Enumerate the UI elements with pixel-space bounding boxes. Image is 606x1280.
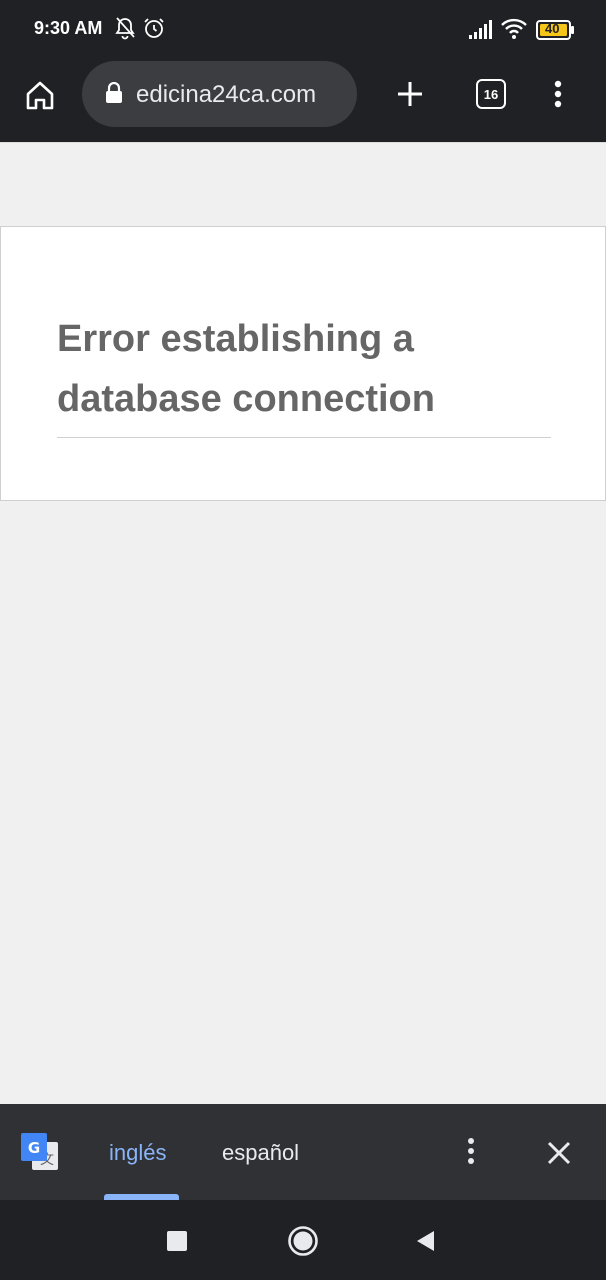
- status-time: 9:30 AM: [34, 18, 103, 38]
- error-title: Error establishing a database connection: [57, 318, 435, 420]
- alarm-icon: [142, 16, 166, 45]
- menu-icon[interactable]: [546, 76, 570, 112]
- lock-icon[interactable]: [104, 81, 124, 109]
- signal-icon: [468, 20, 494, 45]
- page-content: Error establishing a database connection: [0, 142, 606, 1104]
- tab-target-language[interactable]: español: [222, 1140, 299, 1166]
- more-options-icon[interactable]: [462, 1136, 480, 1166]
- status-bar: 9:30 AM 40: [0, 0, 606, 60]
- home-circle-icon[interactable]: [284, 1222, 322, 1260]
- new-tab-icon[interactable]: [392, 76, 428, 112]
- svg-text:G: G: [28, 1139, 40, 1157]
- home-icon[interactable]: [20, 76, 60, 114]
- battery-level: 40: [545, 21, 560, 36]
- url-text[interactable]: edicina24ca.com: [136, 81, 316, 109]
- system-nav-bar: [0, 1200, 606, 1280]
- translate-bar: 文 G inglés español: [0, 1104, 606, 1200]
- back-icon[interactable]: [408, 1224, 442, 1258]
- browser-toolbar: edicina24ca.com 16: [0, 60, 606, 142]
- error-card: Error establishing a database connection: [0, 226, 606, 501]
- wifi-icon: [500, 18, 528, 45]
- close-icon[interactable]: [544, 1138, 574, 1168]
- bell-off-icon: [114, 16, 136, 45]
- google-translate-icon[interactable]: 文 G: [20, 1132, 60, 1174]
- recents-icon[interactable]: [160, 1224, 194, 1258]
- divider: [57, 437, 551, 438]
- battery-icon: 40: [536, 19, 576, 46]
- tab-switcher-button[interactable]: 16: [476, 79, 506, 109]
- url-bar[interactable]: edicina24ca.com: [82, 61, 357, 127]
- tab-source-language[interactable]: inglés: [109, 1140, 166, 1166]
